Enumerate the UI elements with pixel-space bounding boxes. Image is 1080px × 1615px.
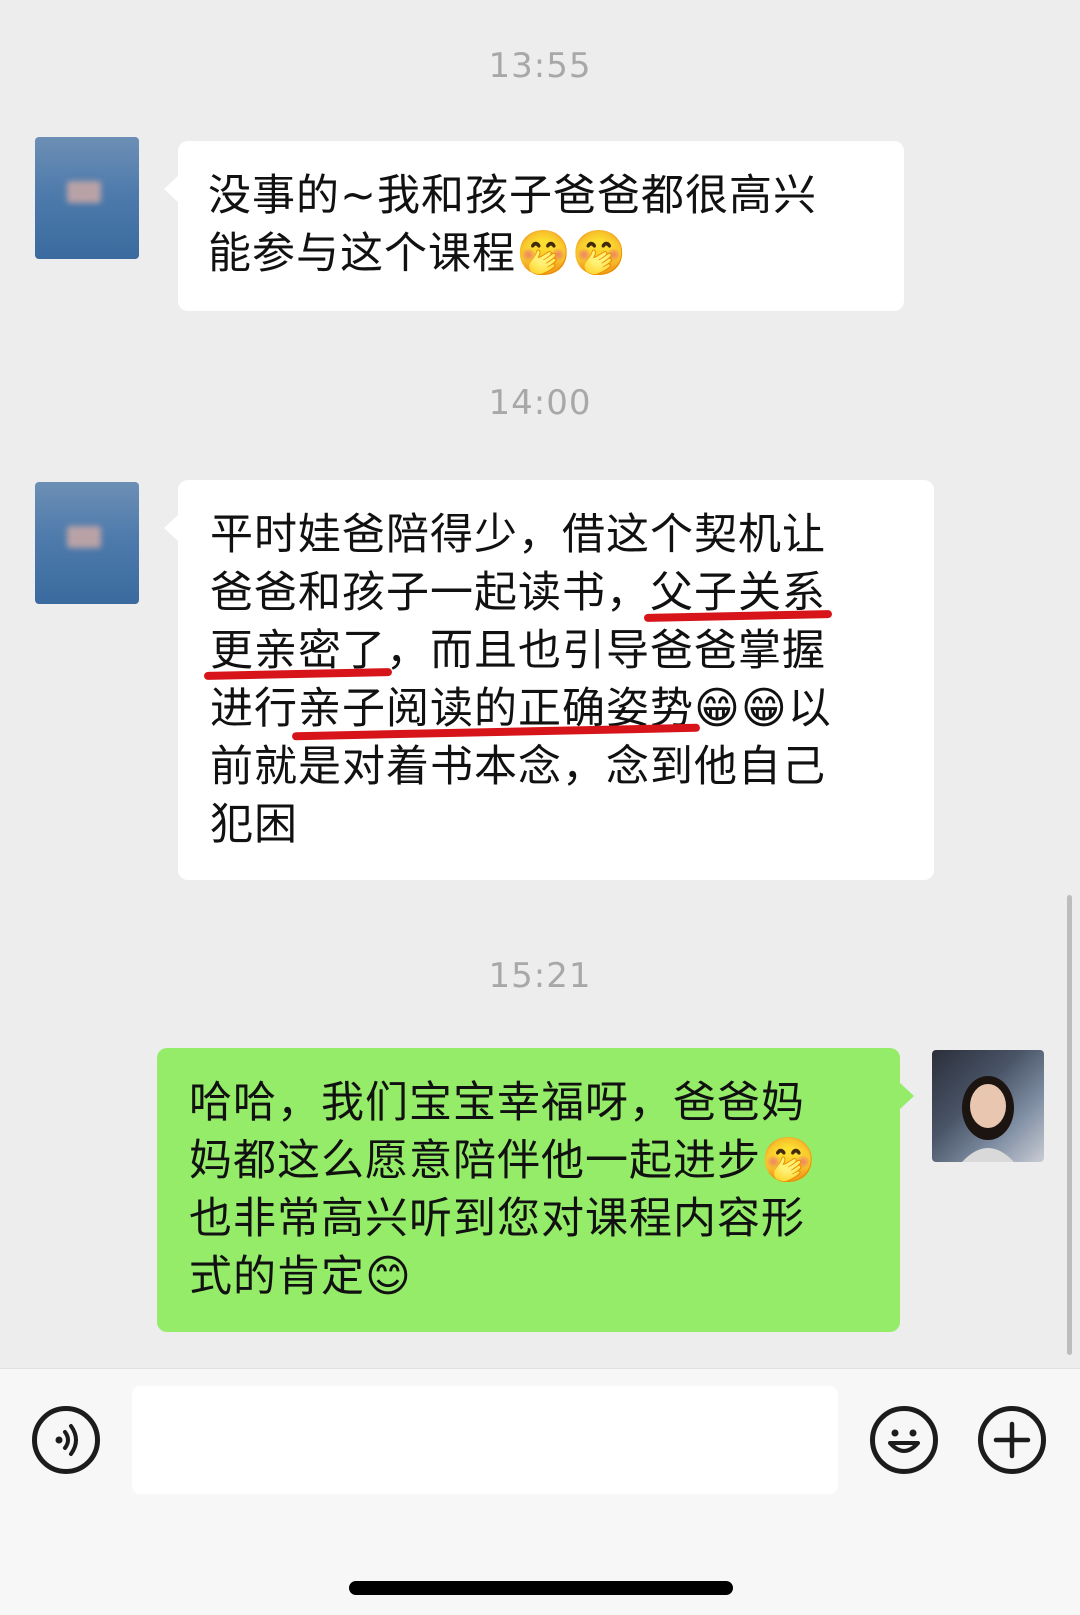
timestamp: 13:55	[488, 46, 592, 86]
user-photo-icon	[962, 1076, 1014, 1162]
user-avatar[interactable]	[932, 1050, 1044, 1162]
message-text-segment: 式的肯定	[189, 1252, 365, 1302]
hand-over-mouth-emoji-icon: 🤭🤭	[516, 228, 628, 279]
more-button[interactable]	[978, 1406, 1046, 1474]
plus-icon	[993, 1421, 1031, 1459]
message-text-line: 能参与这个课程	[208, 229, 516, 279]
message-text-line: 平时娃爸陪得少，借这个契机让	[210, 510, 826, 560]
emoji-icon	[888, 1429, 920, 1453]
voice-button[interactable]	[32, 1406, 100, 1474]
chat-area[interactable]: 13:55 没事的~我和孩子爸爸都很高兴 能参与这个课程🤭🤭 14:00 平时娃…	[0, 0, 1080, 1368]
message-text-segment: 爸爸和孩子一起读书，	[210, 568, 650, 618]
message-text-segment: 进行	[210, 684, 298, 734]
scrollbar[interactable]	[1067, 895, 1072, 1355]
hand-over-mouth-emoji-icon: 🤭	[761, 1135, 817, 1186]
highlighted-phrase: 父子关系	[643, 564, 833, 622]
message-text-line: 也非常高兴听到您对课程内容形	[189, 1194, 805, 1244]
message-input[interactable]	[132, 1386, 838, 1494]
message-text-segment: 以	[787, 684, 832, 734]
timestamp: 14:00	[488, 383, 592, 423]
home-indicator	[349, 1581, 733, 1595]
highlighted-phrase: 更亲密了	[203, 622, 393, 680]
message-text-segment: 妈都这么愿意陪伴他一起进步	[189, 1136, 761, 1186]
grinning-emoji-icon: 😁😁	[694, 683, 788, 734]
message-text-line: 哈哈，我们宝宝幸福呀，爸爸妈	[189, 1078, 805, 1128]
timestamp: 15:21	[488, 956, 592, 996]
contact-avatar[interactable]	[35, 482, 139, 604]
incoming-message-bubble[interactable]: 没事的~我和孩子爸爸都很高兴 能参与这个课程🤭🤭	[164, 141, 904, 311]
message-text-line: 犯困	[210, 800, 298, 850]
outgoing-message-bubble[interactable]: 哈哈，我们宝宝幸福呀，爸爸妈 妈都这么愿意陪伴他一起进步🤭 也非常高兴听到您对课…	[157, 1048, 914, 1332]
voice-icon	[55, 1424, 78, 1456]
incoming-message-bubble[interactable]: 平时娃爸陪得少，借这个契机让 爸爸和孩子一起读书，父子关系 更亲密了 ，而且也引导…	[164, 480, 934, 880]
emoji-button[interactable]	[870, 1406, 938, 1474]
smiling-emoji-icon: 😊	[365, 1251, 412, 1302]
message-text-line: 前就是对着书本念，念到他自己	[210, 742, 826, 792]
message-text-line: 没事的~我和孩子爸爸都很高兴	[208, 171, 818, 221]
contact-avatar[interactable]	[35, 137, 139, 259]
highlighted-phrase: 亲子阅读的正确姿势	[291, 680, 701, 741]
input-bar	[0, 1368, 1080, 1615]
message-text-segment: ，而且也引导爸爸掌握	[386, 626, 826, 676]
